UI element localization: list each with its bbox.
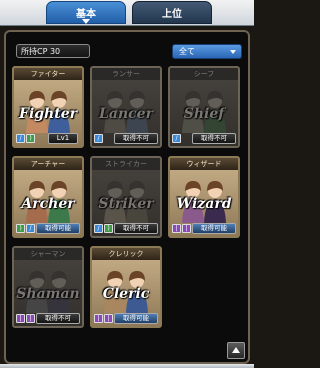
- job-card-striker[interactable]: ストライカー Striker /) 取得不可: [90, 156, 162, 238]
- job-card-header: シーフ: [170, 68, 238, 80]
- bottom-bar: [0, 364, 254, 368]
- tab-bar: 基本 上位: [0, 0, 254, 26]
- job-card-cleric[interactable]: クレリック Cleric | | 取得可能: [90, 246, 162, 328]
- job-status-badge: 取得不可: [114, 223, 158, 234]
- job-card-header: ウィザード: [170, 158, 238, 170]
- job-title: Shaman: [16, 286, 80, 302]
- job-card-lancer[interactable]: ランサー Lancer / 取得不可: [90, 66, 162, 148]
- tab-advanced-label: 上位: [162, 9, 182, 20]
- job-card-wizard[interactable]: ウィザード Wizard | | 取得可能: [168, 156, 240, 238]
- weapon-icons: /: [172, 134, 181, 143]
- job-card-shief[interactable]: シーフ Shief / 取得不可: [168, 66, 240, 148]
- staff-icon: |: [172, 224, 181, 233]
- sword-icon: /: [94, 224, 103, 233]
- job-status-badge: 取得不可: [36, 313, 80, 324]
- filter-dropdown[interactable]: 全て: [172, 44, 242, 59]
- job-status-badge: 取得不可: [192, 133, 236, 144]
- tab-active-indicator-icon: [82, 19, 90, 24]
- job-status-badge: 取得可能: [36, 223, 80, 234]
- staff-icon: |: [94, 314, 103, 323]
- tab-advanced[interactable]: 上位: [132, 1, 212, 24]
- cp-display: 所持CP 30: [16, 44, 90, 58]
- job-card-header: クレリック: [92, 248, 160, 260]
- job-card-archer[interactable]: アーチャー Archer) / 取得可能: [12, 156, 84, 238]
- job-card-header: ランサー: [92, 68, 160, 80]
- weapon-icons: | |: [16, 314, 35, 323]
- job-status-badge: 取得可能: [192, 223, 236, 234]
- job-card-header: ファイター: [14, 68, 82, 80]
- job-portrait: [26, 271, 70, 313]
- job-portrait: [182, 91, 226, 133]
- job-card-shaman[interactable]: シャーマン Shaman | | 取得不可: [12, 246, 84, 328]
- sword-icon: /: [172, 134, 181, 143]
- weapon-icons: | |: [94, 314, 113, 323]
- cp-label: 所持CP 30: [21, 46, 61, 56]
- job-title: Lancer: [99, 106, 153, 122]
- filter-selected: 全て: [179, 47, 195, 56]
- job-title: Wizard: [176, 196, 232, 212]
- chevron-down-icon: [230, 50, 236, 54]
- sword-icon: /: [94, 134, 103, 143]
- job-card-header: シャーマン: [14, 248, 82, 260]
- job-title: Shief: [183, 106, 225, 122]
- job-card-header: アーチャー: [14, 158, 82, 170]
- weapon-icons: ) /: [16, 224, 35, 233]
- bow-icon: ): [26, 134, 35, 143]
- job-portrait: [104, 91, 148, 133]
- bow-icon: ): [16, 224, 25, 233]
- job-panel: 所持CP 30 全て ファイター Fighter /) Lv1 ランサー Lancer / 取…: [4, 30, 250, 364]
- bow-icon: ): [104, 224, 113, 233]
- job-card-header: ストライカー: [92, 158, 160, 170]
- job-status-badge: 取得不可: [114, 133, 158, 144]
- staff-icon: |: [104, 314, 113, 323]
- scroll-top-button[interactable]: [227, 342, 245, 359]
- weapon-icons: /): [94, 224, 113, 233]
- job-title: Striker: [98, 196, 154, 212]
- tab-basic-label: 基本: [76, 9, 96, 20]
- sword-icon: /: [16, 134, 25, 143]
- weapon-icons: | |: [172, 224, 191, 233]
- staff-icon: |: [16, 314, 25, 323]
- job-level-badge: Lv1: [48, 133, 78, 144]
- job-card-fighter[interactable]: ファイター Fighter /) Lv1: [12, 66, 84, 148]
- job-title: Cleric: [102, 286, 150, 302]
- weapon-icons: /): [16, 134, 35, 143]
- job-title: Fighter: [19, 106, 77, 122]
- weapon-icons: /: [94, 134, 103, 143]
- staff-icon: |: [26, 314, 35, 323]
- job-title: Archer: [21, 196, 75, 212]
- sword-icon: /: [26, 224, 35, 233]
- job-portrait: [104, 181, 148, 223]
- job-status-badge: 取得可能: [114, 313, 158, 324]
- staff-icon: |: [182, 224, 191, 233]
